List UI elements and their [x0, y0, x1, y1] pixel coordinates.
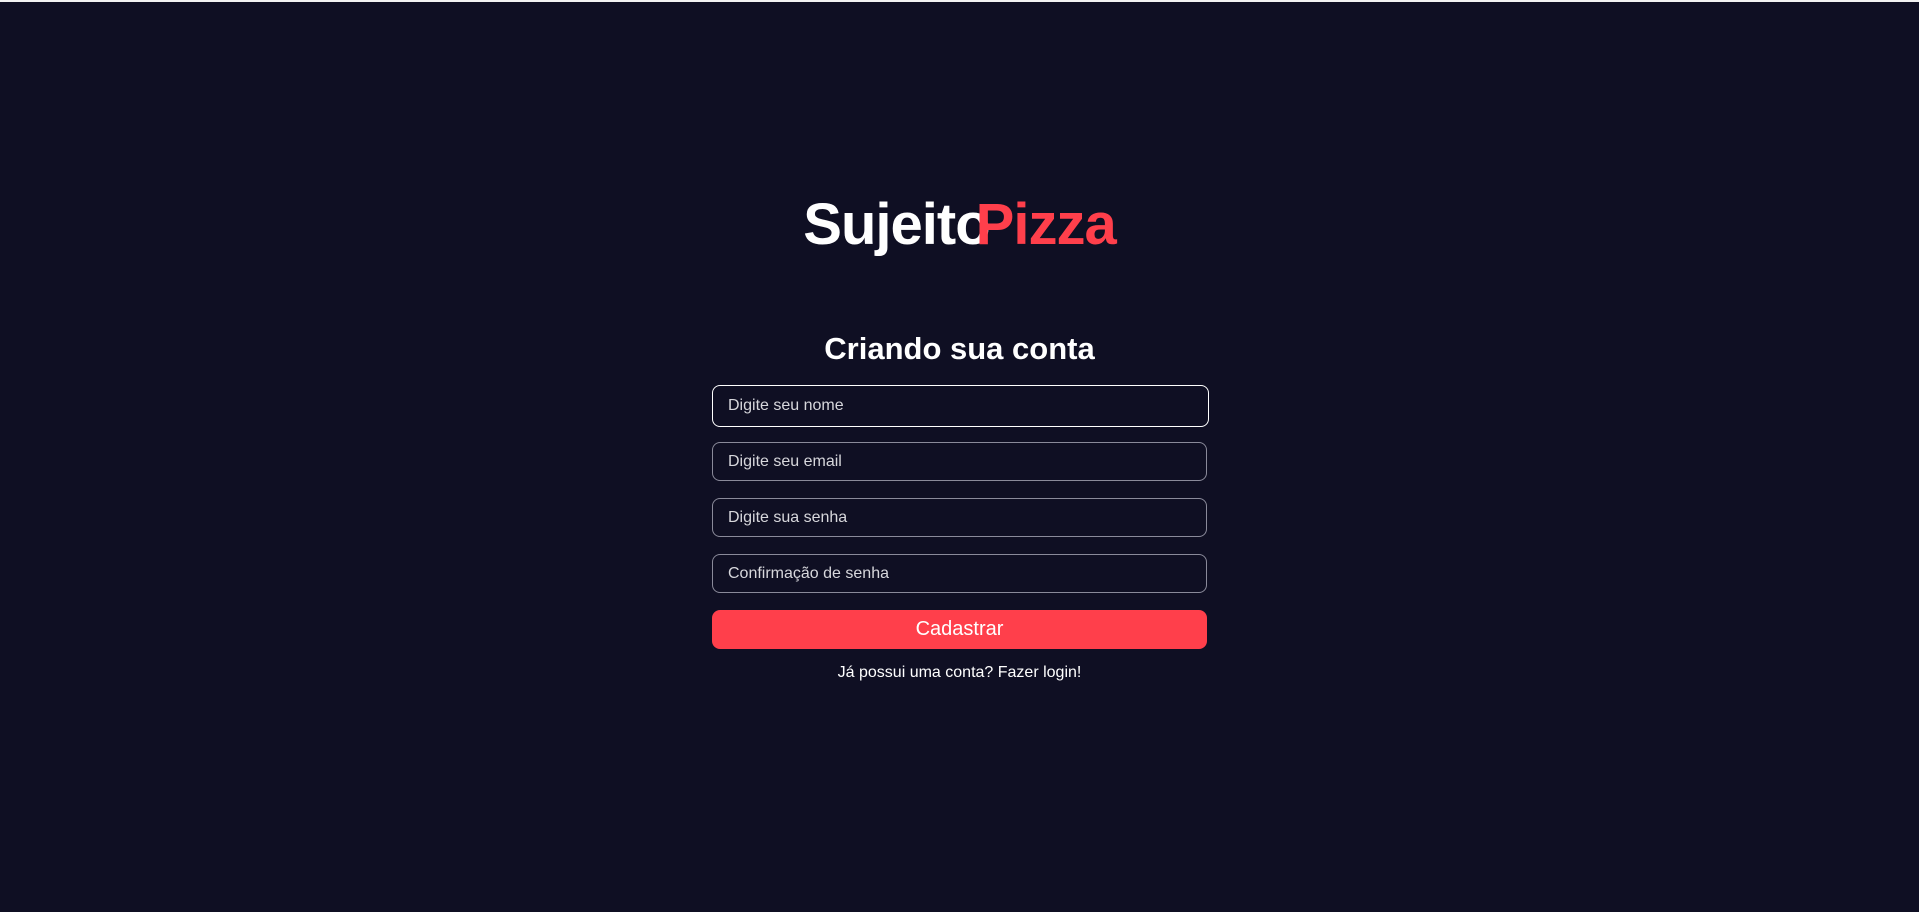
password-input[interactable]	[712, 498, 1207, 537]
email-input[interactable]	[712, 442, 1207, 481]
signup-form: Cadastrar	[712, 385, 1209, 649]
login-link[interactable]: Já possui uma conta? Fazer login!	[0, 664, 1919, 682]
signup-page: SujeitoPizza Criando sua conta Cadastrar…	[0, 0, 1919, 912]
logo: SujeitoPizza	[0, 196, 1919, 254]
register-button[interactable]: Cadastrar	[712, 610, 1207, 649]
page-title: Criando sua conta	[824, 331, 1095, 366]
logo-part-pizza: Pizza	[975, 192, 1117, 257]
logo-part-sujeito: Sujeito	[803, 192, 990, 257]
name-input[interactable]	[712, 385, 1209, 427]
password-confirmation-input[interactable]	[712, 554, 1207, 593]
